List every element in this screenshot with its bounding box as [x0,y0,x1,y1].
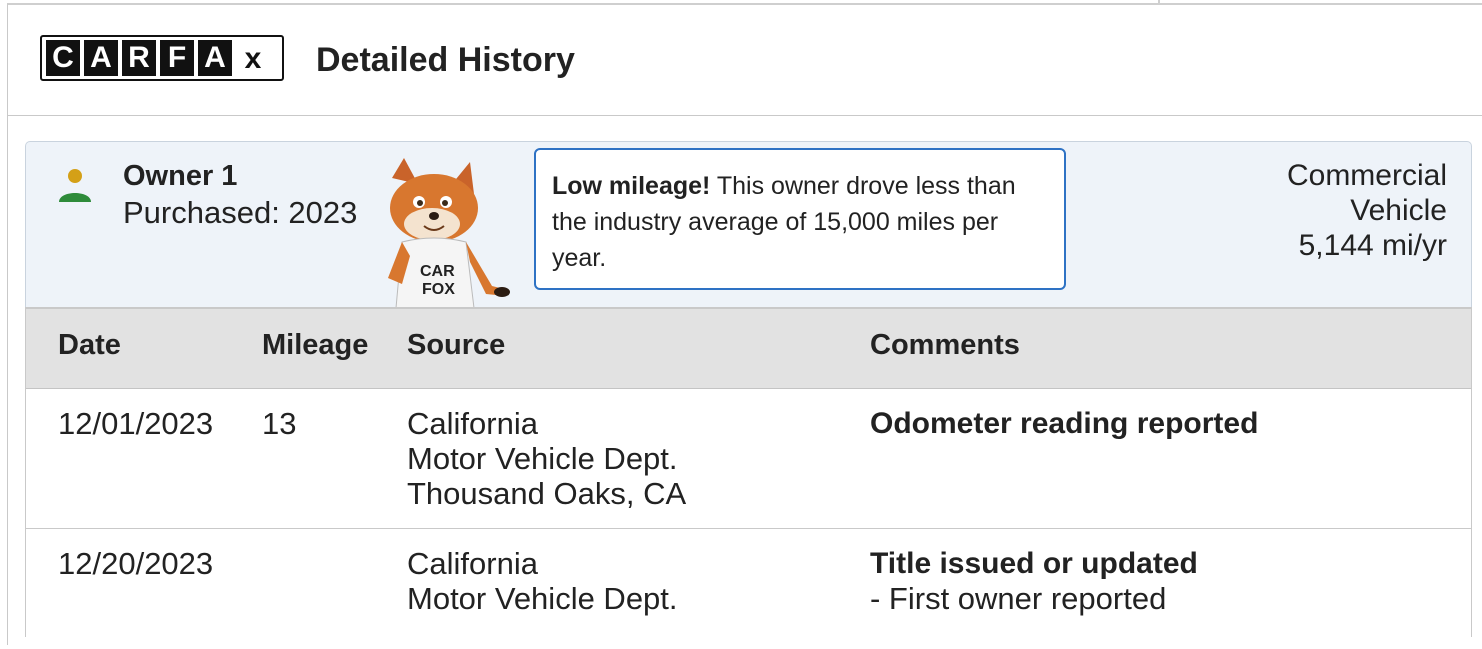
low-mileage-callout: Low mileage! This owner drove less than … [534,148,1066,290]
logo-letter: F [160,40,194,76]
svg-text:CAR: CAR [420,263,455,280]
person-icon [59,169,91,202]
logo-letter: R [122,40,156,76]
usage-type: Vehicle [1350,194,1447,227]
usage-rate: 5,144 mi/yr [1298,229,1447,262]
carfax-logo: C A R F A x [40,35,284,81]
history-table: Date Mileage Source Comments 12/01/2023 … [25,307,1472,637]
row-date: 12/20/2023 [58,546,214,581]
report-header: C A R F A x Detailed History [8,5,1482,116]
source-line: Thousand Oaks, CA [407,476,687,511]
row-mileage: 13 [262,406,297,441]
row-comments: Odometer reading reported [870,406,1258,441]
divider [1158,0,1160,4]
owner-purchased: Purchased: 2023 [123,195,358,230]
comment-title: Odometer reading reported [870,407,1259,440]
source-line: Motor Vehicle Dept. [407,581,678,616]
logo-letter: A [84,40,118,76]
row-comments: Title issued or updated - First owner re… [870,546,1198,616]
page-title: Detailed History [316,41,575,79]
source-line: Motor Vehicle Dept. [407,441,678,476]
column-header-mileage: Mileage [262,329,369,361]
callout-highlight: Low mileage! [552,172,711,200]
usage-summary: Commercial Vehicle 5,144 mi/yr [1287,158,1447,263]
comment-detail: - First owner reported [870,581,1167,616]
owner-panel: Owner 1 Purchased: 2023 CAR FOX Low mile… [25,141,1472,308]
logo-letter: x [244,42,262,75]
row-source: California Motor Vehicle Dept. [407,546,678,616]
row-date: 12/01/2023 [58,406,214,441]
table-header: Date Mileage Source Comments [26,307,1471,389]
column-header-date: Date [58,329,121,361]
column-header-source: Source [407,329,506,361]
logo-letter: C [46,40,80,76]
carfox-mascot-icon: CAR FOX [388,158,510,308]
logo-letter: A [198,40,232,76]
source-line: California [407,406,538,441]
row-source: California Motor Vehicle Dept. Thousand … [407,406,686,511]
owner-name: Owner 1 [123,160,238,192]
comment-title: Title issued or updated [870,547,1198,580]
column-header-comments: Comments [870,329,1020,361]
source-line: California [407,546,538,581]
usage-type: Commercial [1286,159,1447,192]
table-row: 12/20/2023 California Motor Vehicle Dept… [26,529,1471,649]
table-row: 12/01/2023 13 California Motor Vehicle D… [26,389,1471,529]
svg-text:FOX: FOX [422,281,455,298]
